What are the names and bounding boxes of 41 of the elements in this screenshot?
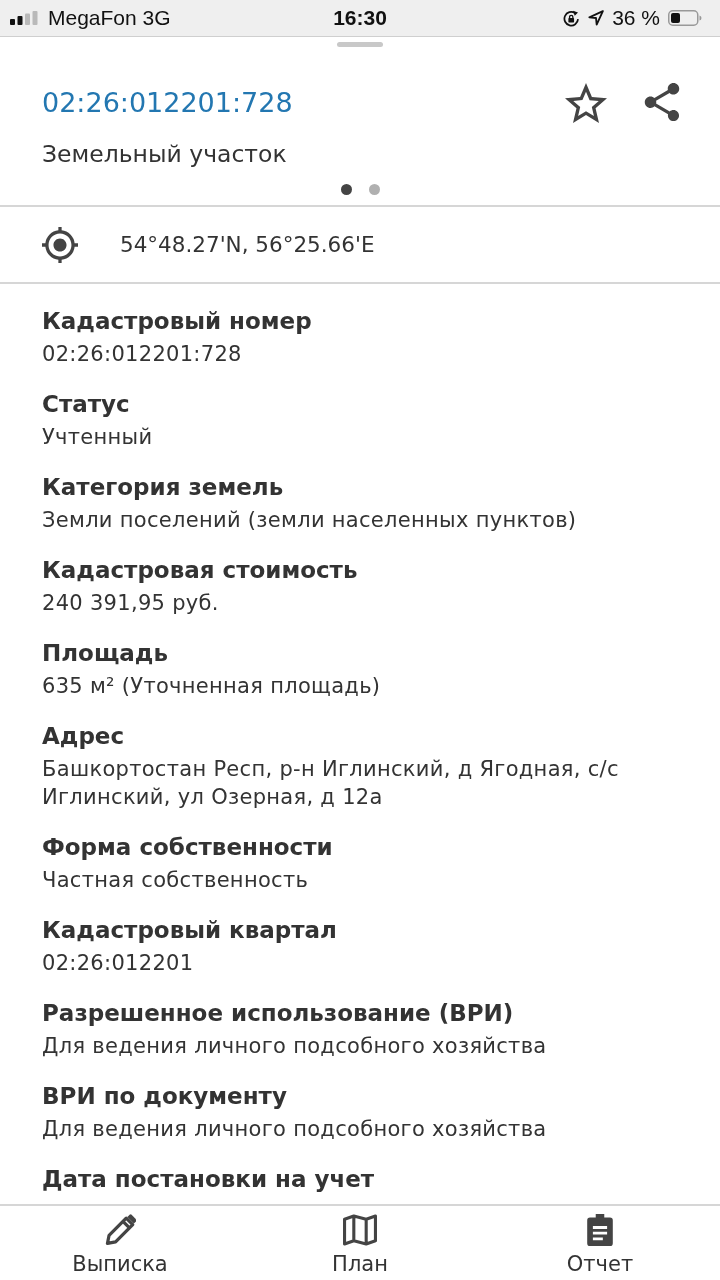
field-value: Для ведения личного подсобного хозяйства bbox=[42, 1033, 548, 1060]
field-value: 635 м² (Уточненная площадь) bbox=[42, 673, 382, 700]
field-value: Учтенный bbox=[42, 424, 154, 451]
field-value: Земли поселений (земли населенных пунктов) bbox=[42, 507, 578, 534]
clipboard-icon bbox=[587, 1214, 613, 1246]
field-label: Кадастровый номер bbox=[42, 307, 313, 336]
field-label: Форма собственности bbox=[42, 833, 334, 862]
cadastral-number-title: 02:26:012201:728 bbox=[42, 86, 293, 120]
tab-bar-button[interactable]: Выписка bbox=[72, 1206, 168, 1280]
rotation-lock-icon bbox=[563, 9, 581, 27]
tab-bar-button[interactable]: План bbox=[332, 1206, 388, 1280]
field-label: Статус bbox=[42, 390, 131, 419]
carrier-name: MegaFon 3G bbox=[48, 6, 171, 30]
coordinates-text: 54°48.27'N, 56°25.66'E bbox=[120, 232, 375, 257]
field-value: Частная собственность bbox=[42, 867, 310, 894]
field-label: ВРИ по документу bbox=[42, 1082, 288, 1111]
drag-handle[interactable] bbox=[337, 42, 383, 47]
location-arrow-icon bbox=[588, 10, 605, 26]
battery-icon bbox=[668, 10, 702, 26]
star-icon[interactable] bbox=[565, 83, 607, 123]
share-icon[interactable] bbox=[644, 83, 680, 123]
field-label: Категория земель bbox=[42, 473, 285, 502]
field-value: Для ведения личного подсобного хозяйства bbox=[42, 1116, 548, 1143]
field-value: 02:26:012201 bbox=[42, 950, 195, 977]
field-value: 02:26:012201:728 bbox=[42, 341, 243, 368]
field-value: 240 391,95 руб. bbox=[42, 590, 220, 617]
map-icon bbox=[343, 1214, 377, 1246]
field-label: Кадастровый квартал bbox=[42, 916, 338, 945]
field-label: Кадастровая стоимость bbox=[42, 556, 359, 585]
tab-bar-button[interactable]: Отчет bbox=[566, 1206, 634, 1280]
property-type-subtitle: Земельный участок bbox=[41, 140, 288, 168]
clock-time: 16:30 bbox=[333, 6, 387, 30]
battery-percentage: 36 % bbox=[612, 6, 660, 30]
location-target-icon bbox=[42, 226, 78, 263]
signal-icon bbox=[10, 11, 38, 25]
field-label: Адрес bbox=[42, 722, 126, 751]
pencil-icon bbox=[104, 1214, 136, 1246]
field-label: Разрешенное использование (ВРИ) bbox=[42, 999, 515, 1028]
field-label: Дата постановки на учет bbox=[42, 1165, 376, 1194]
field-value: Башкортостан Респ, р-н Иглинский, д Ягодная, с/с Иглинский, ул Озерная, д 12а bbox=[42, 756, 620, 811]
field-label: Площадь bbox=[42, 639, 169, 668]
